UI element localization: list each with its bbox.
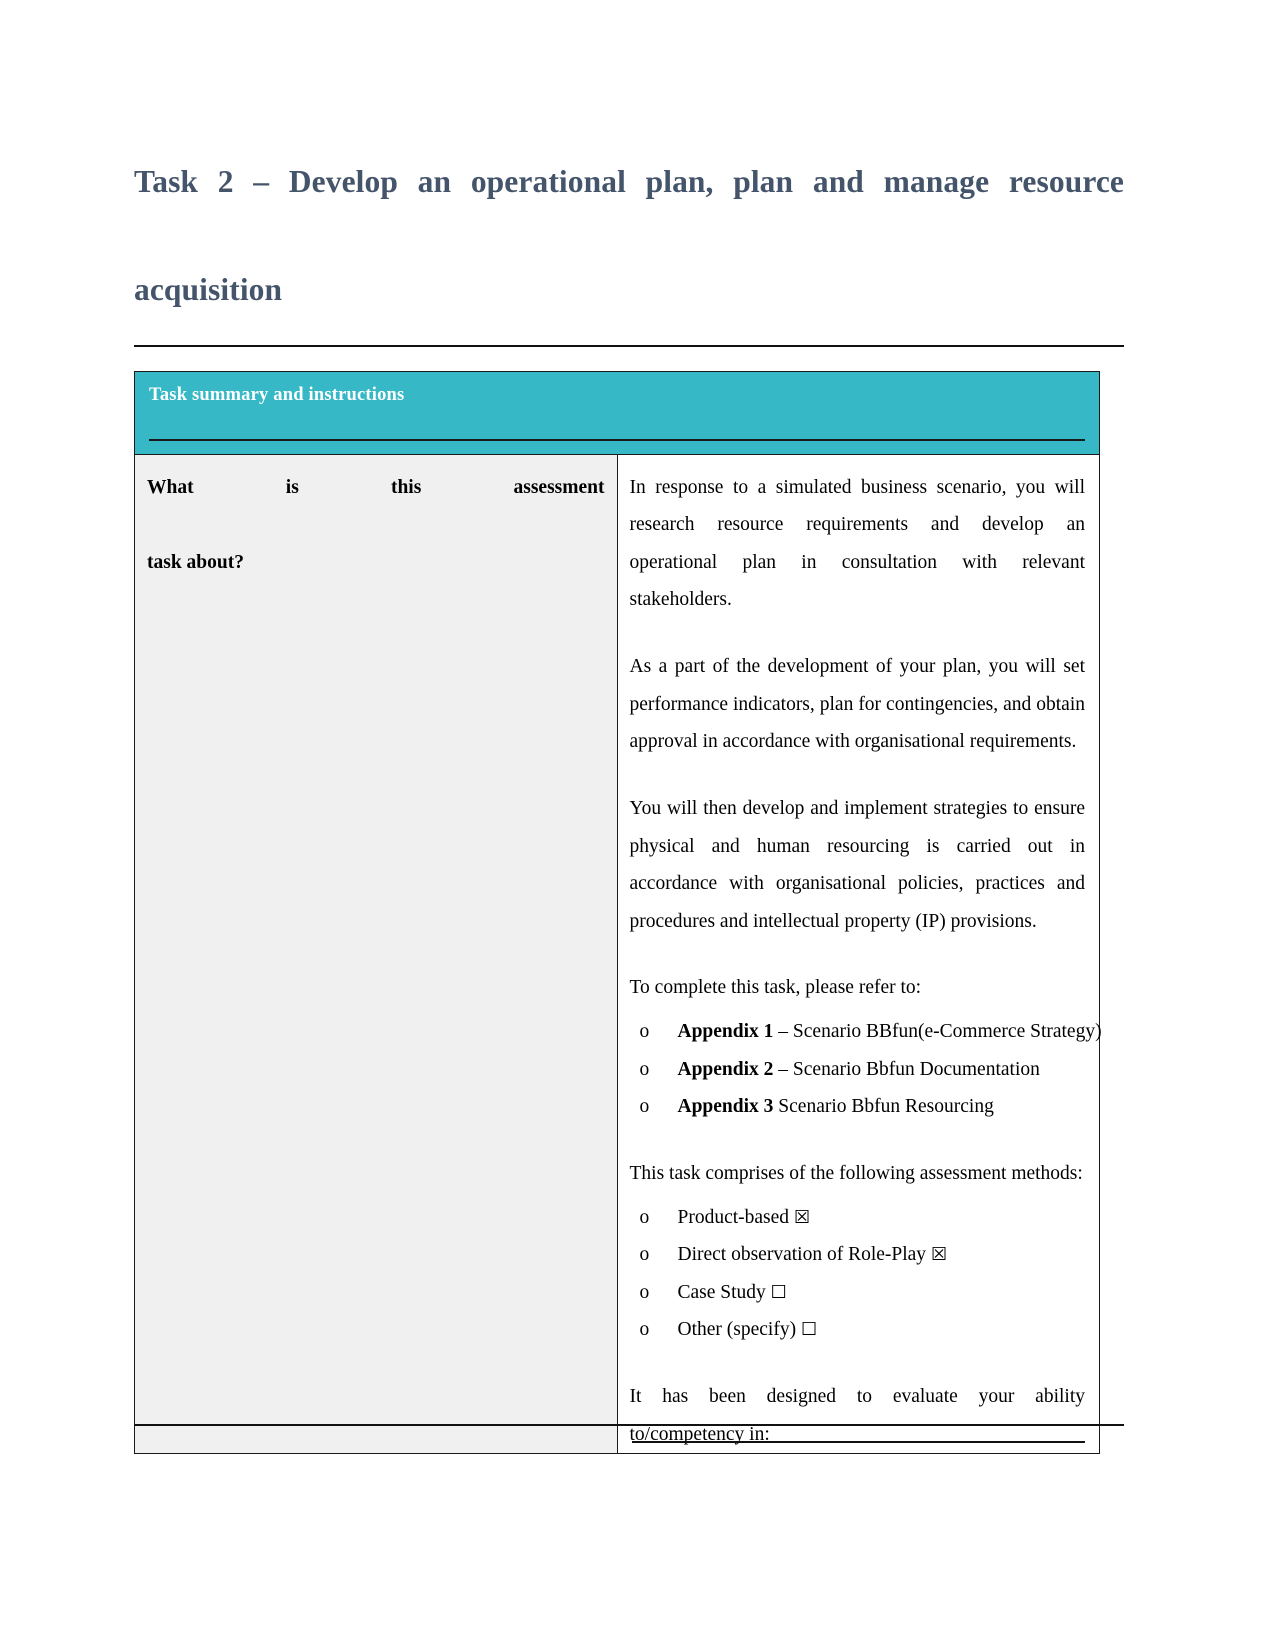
assessment-methods-list: o Product-based ☒ o Direct observation of … [630,1199,1086,1350]
appendix-name: Appendix 3 [677,1096,774,1118]
list-item: o Direct observation of Role-Play ☒ [630,1236,1086,1274]
body-cell-bottom-divider [631,1441,1085,1444]
list-item: o Appendix 3 Scenario Bbfun Resourcing [630,1088,1086,1126]
row-body-cell: In response to a simulated business scen… [616,453,1102,1455]
title-divider [134,344,1124,347]
checkbox-unchecked-icon[interactable]: ☐ [801,1319,817,1340]
task-summary-table: Task summary and instructions What is th… [134,370,1102,1455]
appendix-description: – Scenario Bbfun Documentation [773,1058,1040,1080]
table-header-row: Task summary and instructions [134,370,1100,455]
methods-intro-text: This task comprises of the following ass… [629,1162,1083,1184]
page-title-line2: acquisition [134,272,283,308]
page-content: Task 2 – Develop an operational plan, pl… [134,0,1124,1455]
body-paragraph-3: You will then develop and implement stra… [629,797,1086,932]
method-label: Other (specify) [677,1319,797,1341]
bullet-o-icon: o [639,1281,650,1303]
task-summary-header-inner: Task summary and instructions [135,372,1099,406]
table-row: What is this assessment task about? In r… [134,453,1102,1455]
page-title-line1: Task 2 – Develop an operational plan, pl… [134,164,1124,199]
method-label: Direct observation of Role-Play [677,1244,927,1266]
method-label: Product-based [677,1206,790,1228]
list-item: o Product-based ☒ [630,1199,1086,1237]
bullet-o-icon: o [639,1319,650,1341]
checkbox-checked-icon[interactable]: ☒ [794,1207,810,1228]
appendix-description: – Scenario BBfun(e-Commerce Strategy) [773,1021,1102,1043]
body-paragraph-2: As a part of the development of your pla… [629,656,1086,753]
bullet-o-icon: o [639,1096,650,1118]
row-label-line2: task about? [147,551,244,573]
row-label-text: What is this assessment task about? [147,469,605,582]
list-item: o Appendix 2 – Scenario Bbfun Documentati… [630,1051,1086,1089]
bullet-o-icon: o [639,1021,650,1043]
header-divider [149,438,1085,441]
footer-divider [134,1424,1124,1426]
appendix-description: Scenario Bbfun Resourcing [773,1096,994,1118]
bullet-o-icon: o [639,1244,650,1266]
appendix-name: Appendix 1 [677,1021,774,1043]
refer-intro-text: To complete this task, please refer to: [629,977,922,999]
bullet-o-icon: o [639,1058,650,1080]
checkbox-unchecked-icon[interactable]: ☐ [771,1282,787,1303]
task-summary-header-cell: Task summary and instructions [134,370,1100,455]
list-item: o Other (specify) ☐ [630,1311,1086,1349]
list-item: o Appendix 1 – Scenario BBfun(e-Commerce … [630,1013,1102,1051]
appendix-name: Appendix 2 [677,1058,774,1080]
row-label-line1: What is this assessment [147,476,605,498]
list-item: o Case Study ☐ [630,1274,1086,1312]
body-paragraph-1: In response to a simulated business scen… [629,476,1086,611]
page-title: Task 2 – Develop an operational plan, pl… [134,0,1124,318]
bullet-o-icon: o [639,1206,650,1228]
method-label: Case Study [677,1281,766,1303]
appendix-list: o Appendix 1 – Scenario BBfun(e-Commerce … [630,1013,1102,1126]
row-label-cell: What is this assessment task about? [134,453,618,1455]
task-summary-header-label: Task summary and instructions [149,384,405,405]
checkbox-checked-icon[interactable]: ☒ [931,1244,947,1265]
document-page: Task 2 – Develop an operational plan, pl… [0,0,1275,1650]
